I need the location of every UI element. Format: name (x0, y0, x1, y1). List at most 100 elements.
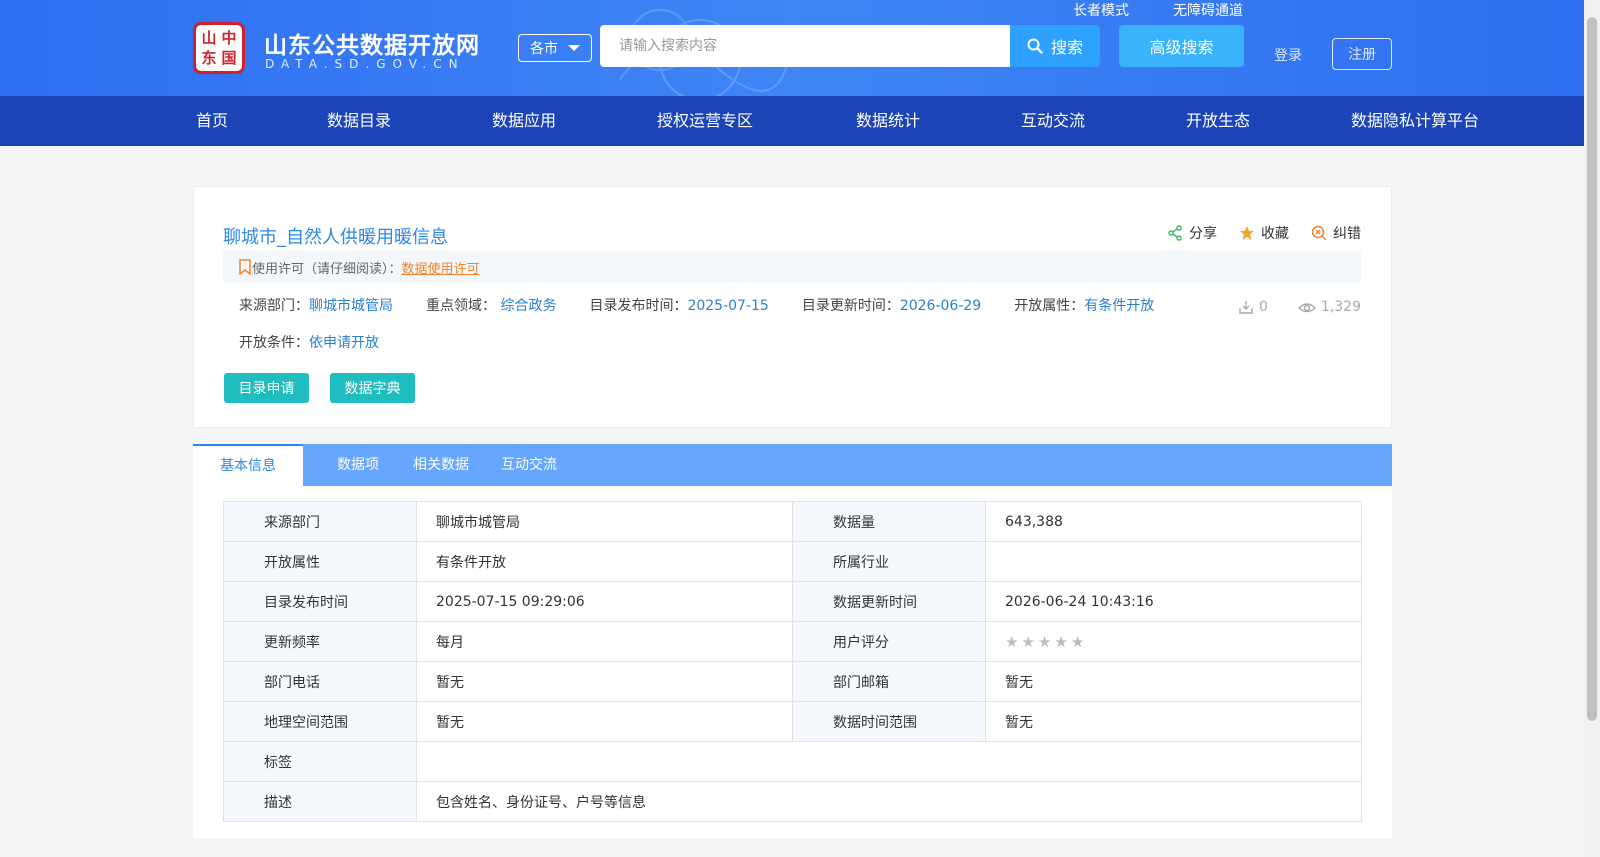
meta-update: 目录更新时间：2026-06-29 (802, 295, 981, 315)
catalog-apply-button[interactable]: 目录申请 (224, 373, 309, 403)
cell-key: 所属行业 (792, 541, 986, 582)
meta-source-label: 来源部门： (239, 298, 309, 314)
share-button[interactable]: 分享 (1167, 223, 1217, 243)
login-link[interactable]: 登录 (1274, 45, 1302, 65)
meta-source: 来源部门：聊城市城管局 (239, 295, 393, 315)
nav-item-catalog[interactable]: 数据目录 (327, 96, 391, 146)
site-subtitle: DATA.SD.GOV.CN (265, 57, 465, 71)
cell-key: 开放属性 (223, 541, 417, 582)
dataset-stats: 0 1,329 (1238, 299, 1361, 315)
meta-update-value: 2026-06-29 (899, 298, 982, 314)
search-button[interactable]: 搜索 (1010, 25, 1100, 67)
meta-open-label: 开放属性： (1014, 298, 1085, 314)
star-icon[interactable]: ★ (1038, 633, 1051, 651)
main-nav: 首页 数据目录 数据应用 授权运营专区 数据统计 互动交流 开放生态 数据隐私计… (0, 96, 1584, 146)
table-row: 目录发布时间 2025-07-15 09:29:06 数据更新时间 2026-0… (223, 581, 1362, 622)
favorite-button[interactable]: 收藏 (1239, 223, 1289, 243)
tab-interaction[interactable]: 互动交流 (501, 444, 557, 486)
correct-button[interactable]: 纠错 (1311, 223, 1361, 243)
cell-value: 有条件开放 (416, 541, 793, 582)
search-button-label: 搜索 (1050, 38, 1083, 57)
meta-publish-label: 目录发布时间： (589, 298, 688, 314)
cell-key: 用户评分 (792, 621, 986, 662)
nav-item-interaction[interactable]: 互动交流 (1021, 96, 1085, 146)
table-row: 开放属性 有条件开放 所属行业 (223, 541, 1362, 582)
accessibility-link[interactable]: 无障碍通道 (1173, 0, 1243, 20)
nav-item-apps[interactable]: 数据应用 (492, 96, 556, 146)
view-count: 1,329 (1297, 299, 1361, 315)
cell-value: 2026-06-24 10:43:16 (985, 581, 1362, 622)
nav-item-privacy-computing[interactable]: 数据隐私计算平台 (1351, 96, 1479, 146)
register-button[interactable]: 注册 (1332, 38, 1392, 70)
cell-value: 每月 (416, 621, 793, 662)
star-icon[interactable]: ★ (1021, 633, 1034, 651)
meta-condition: 开放条件：依申请开放 (239, 332, 379, 352)
search-input[interactable] (600, 25, 1011, 67)
cell-key: 地理空间范围 (223, 701, 417, 742)
nav-item-home[interactable]: 首页 (196, 96, 228, 146)
logo-seal-char: 东 (201, 48, 217, 67)
cell-value: 2025-07-15 09:29:06 (416, 581, 793, 622)
cell-value: 643,388 (985, 501, 1362, 542)
scrollbar-thumb[interactable] (1587, 17, 1597, 721)
meta-field-value[interactable]: 综合政务 (500, 298, 556, 314)
nav-item-ecosystem[interactable]: 开放生态 (1186, 96, 1250, 146)
cell-key: 描述 (223, 781, 417, 822)
table-row: 来源部门 聊城市城管局 数据量 643,388 (223, 501, 1362, 542)
table-row: 部门电话 暂无 部门邮箱 暂无 (223, 661, 1362, 702)
cell-key: 数据更新时间 (792, 581, 986, 622)
meta-condition-value[interactable]: 依申请开放 (309, 335, 379, 351)
star-icon (1240, 226, 1254, 240)
rating-cell: ★ ★ ★ ★ ★ (985, 621, 1362, 662)
nav-item-authorized[interactable]: 授权运营专区 (657, 96, 753, 146)
meta-open-value[interactable]: 有条件开放 (1084, 298, 1154, 314)
star-icon[interactable]: ★ (1071, 633, 1084, 651)
meta-open: 开放属性：有条件开放 (1014, 295, 1154, 315)
page-scrollbar[interactable] (1584, 0, 1600, 857)
eye-icon (1297, 303, 1316, 313)
city-select[interactable]: 各市 (518, 34, 592, 62)
cell-key: 部门电话 (223, 661, 417, 702)
site-header: 山 中 东 国 山东公共数据开放网 DATA.SD.GOV.CN 各市 搜索 高… (0, 0, 1584, 96)
cell-value: 聊城市城管局 (416, 501, 793, 542)
logo-seal[interactable]: 山 中 东 国 (193, 22, 245, 74)
dataset-card: 聊城市_自然人供暖用暖信息 分享 收藏 纠错 使用许可（请仔细阅读）： 数据使用… (193, 186, 1392, 428)
nav-item-stats[interactable]: 数据统计 (856, 96, 920, 146)
cell-key: 数据量 (792, 501, 986, 542)
rating-stars[interactable]: ★ ★ ★ ★ ★ (1005, 633, 1342, 651)
license-link[interactable]: 数据使用许可 (402, 258, 480, 277)
cell-value: 暂无 (416, 661, 793, 702)
meta-row-1: 来源部门：聊城市城管局 重点领域： 综合政务 目录发布时间：2025-07-15… (239, 295, 1187, 315)
basic-info-panel: 来源部门 聊城市城管局 数据量 643,388 开放属性 有条件开放 所属行业 … (193, 486, 1392, 838)
tab-data-items[interactable]: 数据项 (303, 444, 413, 486)
view-count-value: 1,329 (1320, 299, 1361, 315)
cell-value (416, 741, 1362, 782)
download-icon (1239, 301, 1253, 314)
star-icon[interactable]: ★ (1054, 633, 1067, 651)
caret-down-icon (568, 45, 580, 51)
cell-value: 包含姓名、身份证号、户号等信息 (416, 781, 1362, 822)
favorite-label: 收藏 (1261, 226, 1289, 242)
table-row: 更新频率 每月 用户评分 ★ ★ ★ ★ ★ (223, 621, 1362, 662)
bookmark-icon (239, 259, 251, 275)
advanced-search-button[interactable]: 高级搜索 (1119, 25, 1244, 67)
cell-key: 标签 (223, 741, 417, 782)
cell-key: 部门邮箱 (792, 661, 986, 702)
elder-mode-link[interactable]: 长者模式 (1073, 0, 1129, 20)
detail-tabs: 基本信息 数据项 相关数据 互动交流 (193, 444, 1392, 486)
meta-publish: 目录发布时间：2025-07-15 (589, 295, 768, 315)
site-title[interactable]: 山东公共数据开放网 (264, 26, 480, 60)
tab-basic-info[interactable]: 基本信息 (193, 444, 303, 486)
tab-related-data[interactable]: 相关数据 (413, 444, 501, 486)
meta-update-label: 目录更新时间： (801, 298, 900, 314)
star-icon[interactable]: ★ (1005, 633, 1018, 651)
logo-seal-char: 中 (221, 28, 237, 47)
share-label: 分享 (1189, 226, 1217, 242)
cell-key: 目录发布时间 (223, 581, 417, 622)
meta-source-value[interactable]: 聊城市城管局 (309, 298, 393, 314)
meta-field: 重点领域： 综合政务 (426, 295, 556, 315)
cell-value: 暂无 (416, 701, 793, 742)
data-dictionary-button[interactable]: 数据字典 (330, 373, 415, 403)
download-count: 0 (1238, 299, 1268, 315)
search-icon (1027, 38, 1043, 54)
